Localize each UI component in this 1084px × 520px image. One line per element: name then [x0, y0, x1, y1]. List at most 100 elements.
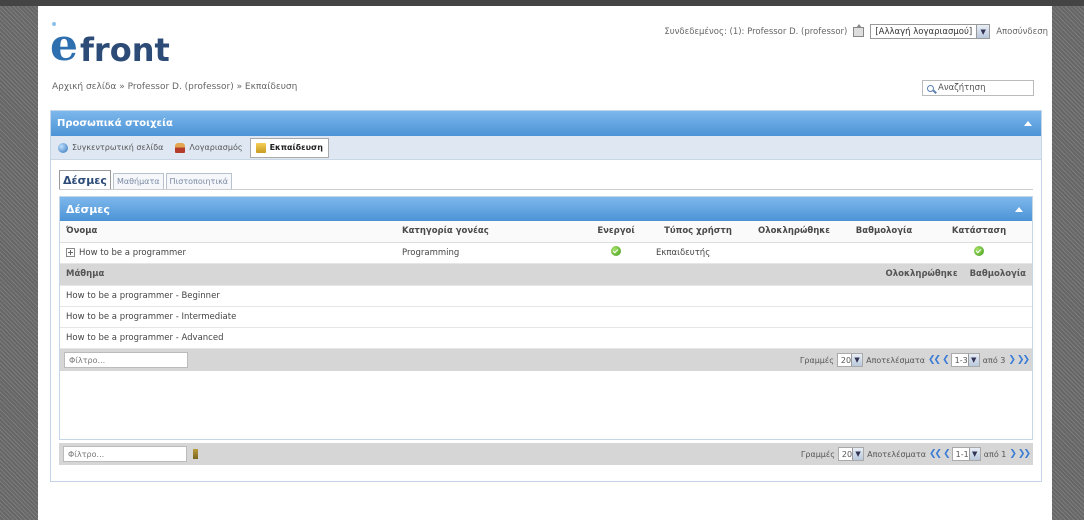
- subtab-bar: Συγκεντρωτική σελίδα Λογαριασμός Εκπαίδε…: [51, 136, 1041, 160]
- lessons-header-row: Μάθημα Ολοκληρώθηκε Βαθμολογία: [60, 263, 1032, 286]
- tab-bundles[interactable]: Δέσμες: [59, 170, 111, 189]
- check-icon: [974, 246, 984, 256]
- pagination: Γραμμές 20 ▼ Αποτελέσματα ❮❮ ❮ 1-1 ▼ από…: [800, 447, 1031, 461]
- expand-plus-icon[interactable]: [66, 247, 75, 257]
- outer-pager-row: Φίλτρο... Γραμμές 20 ▼ Αποτελέσματα ❮❮ ❮…: [59, 443, 1033, 465]
- active-cell: [582, 242, 650, 264]
- top-links: Συνδεδεμένος: (1): Professor D. (profess…: [664, 23, 1048, 39]
- chevron-down-icon[interactable]: ▼: [976, 25, 990, 38]
- logo-text: front: [80, 31, 170, 69]
- subtab-education[interactable]: Εκπαίδευση: [249, 137, 329, 158]
- chevron-down-icon[interactable]: ▼: [851, 354, 863, 366]
- prev-page-icon[interactable]: ❮: [942, 355, 949, 365]
- bundles-title: Δέσμες: [66, 202, 110, 216]
- logo-e: e: [50, 20, 78, 71]
- chevron-down-icon[interactable]: ▼: [967, 354, 979, 366]
- tab-bar: Δέσμες Μαθήματα Πιστοποιητικά: [59, 170, 1033, 190]
- lessons-name-header[interactable]: Μάθημα: [60, 263, 880, 286]
- logout-link[interactable]: Αποσύνδεση: [996, 27, 1048, 37]
- search-input[interactable]: Αναζήτηση: [922, 80, 1034, 96]
- column-header[interactable]: Ενεργοί: [582, 221, 650, 243]
- of-total: από 1: [983, 449, 1007, 459]
- account-select-value: [Αλλαγή λογαριασμού]: [875, 26, 973, 37]
- score-cell: [842, 242, 926, 264]
- filter-input[interactable]: Φίλτρο...: [64, 352, 188, 368]
- subtab-label: Εκπαίδευση: [269, 143, 323, 152]
- tab-certificates[interactable]: Πιστοποιητικά: [165, 173, 233, 189]
- range-select[interactable]: 1-1 ▼: [951, 447, 981, 461]
- home-icon[interactable]: [853, 23, 865, 37]
- column-header[interactable]: Κατηγορία γονέας: [396, 221, 582, 243]
- prev-page-icon[interactable]: ❮: [943, 449, 950, 459]
- column-header[interactable]: Κατάσταση: [926, 221, 1032, 243]
- table-row: How to be a programmer Programming Εκπαι…: [60, 242, 1032, 264]
- collapse-icon[interactable]: [1012, 202, 1026, 216]
- range-value: 1-1: [955, 449, 969, 459]
- bundles-header: Δέσμες: [60, 197, 1032, 221]
- last-page-icon[interactable]: ❯❯: [1017, 355, 1030, 365]
- user-icon: [175, 142, 186, 153]
- filter-input[interactable]: Φίλτρο...: [63, 446, 187, 462]
- lesson-name[interactable]: How to be a programmer - Beginner: [60, 285, 1032, 307]
- subtab-account[interactable]: Λογαριασμός: [170, 138, 247, 158]
- lessons-table: Μάθημα Ολοκληρώθηκε Βαθμολογία How to be…: [60, 263, 1032, 349]
- rows-value: 20: [841, 449, 853, 459]
- subtab-label: Λογαριασμός: [189, 143, 243, 152]
- next-page-icon[interactable]: ❯: [1008, 355, 1015, 365]
- first-page-icon[interactable]: ❮❮: [929, 449, 942, 459]
- rows-value: 20: [840, 355, 852, 365]
- breadcrumb[interactable]: Αρχική σελίδα » Professor D. (professor)…: [52, 82, 297, 92]
- lesson-name[interactable]: How to be a programmer - Intermediate: [60, 306, 1032, 328]
- bundle-user-type: Εκπαιδευτής: [650, 242, 746, 264]
- pagination: Γραμμές 20 ▼ Αποτελέσματα ❮❮ ❮ 1-3 ▼ από…: [799, 353, 1030, 367]
- completed-cell: [746, 242, 842, 264]
- table-row: How to be a programmer - Beginner: [60, 285, 1032, 307]
- efront-logo[interactable]: e front: [50, 18, 170, 68]
- search-label: Αναζήτηση: [938, 83, 986, 93]
- column-header[interactable]: Τύπος χρήστη: [650, 221, 746, 243]
- table-header-row: Όνομα Κατηγορία γονέας Ενεργοί Τύπος χρή…: [60, 221, 1032, 243]
- rows-select[interactable]: 20 ▼: [836, 353, 864, 367]
- personal-info-panel: Προσωπικά στοιχεία Συγκεντρωτική σελίδα …: [50, 110, 1042, 482]
- bundles-table: Όνομα Κατηγορία γονέας Ενεργοί Τύπος χρή…: [60, 221, 1032, 264]
- column-header[interactable]: Βαθμολογία: [842, 221, 926, 243]
- table-row: How to be a programmer - Advanced: [60, 327, 1032, 349]
- account-select[interactable]: [Αλλαγή λογαριασμού] ▼: [870, 24, 991, 39]
- chevron-down-icon[interactable]: ▼: [968, 448, 980, 460]
- lessons-completed-header[interactable]: Ολοκληρώθηκε: [879, 263, 964, 286]
- tab-lessons[interactable]: Μαθήματα: [112, 173, 164, 189]
- chevron-down-icon[interactable]: ▼: [852, 448, 864, 460]
- results-label: Αποτελέσματα: [866, 355, 926, 365]
- bookmark-icon[interactable]: [193, 449, 198, 459]
- last-page-icon[interactable]: ❯❯: [1018, 449, 1031, 459]
- bundles-panel: Δέσμες Όνομα Κατηγορία γονέας Ενεργοί Τύ…: [59, 196, 1033, 440]
- results-label: Αποτελέσματα: [867, 449, 927, 459]
- bundle-category: Programming: [396, 242, 582, 264]
- lesson-name[interactable]: How to be a programmer - Advanced: [60, 327, 1032, 349]
- range-value: 1-3: [954, 355, 968, 365]
- panel-header: Προσωπικά στοιχεία: [51, 111, 1041, 136]
- column-header[interactable]: Ολοκληρώθηκε: [746, 221, 842, 243]
- inner-pager-row: Φίλτρο... Γραμμές 20 ▼ Αποτελέσματα ❮❮ ❮…: [60, 349, 1032, 371]
- rows-label: Γραμμές: [800, 449, 835, 459]
- rows-select[interactable]: 20 ▼: [837, 447, 865, 461]
- of-total: από 3: [982, 355, 1006, 365]
- next-page-icon[interactable]: ❯: [1009, 449, 1016, 459]
- dashboard-icon: [58, 142, 68, 153]
- rows-label: Γραμμές: [799, 355, 834, 365]
- education-icon: [255, 142, 266, 153]
- collapse-icon[interactable]: [1021, 117, 1035, 131]
- subtab-dashboard[interactable]: Συγκεντρωτική σελίδα: [53, 138, 168, 158]
- search-icon: [927, 84, 934, 92]
- panel-body: Δέσμες Μαθήματα Πιστοποιητικά Δέσμες Όνο…: [51, 160, 1041, 465]
- lessons-score-header[interactable]: Βαθμολογία: [963, 263, 1032, 286]
- range-select[interactable]: 1-3 ▼: [950, 353, 980, 367]
- first-page-icon[interactable]: ❮❮: [928, 355, 941, 365]
- bundle-name[interactable]: How to be a programmer: [79, 248, 186, 258]
- filter-group: Φίλτρο...: [63, 446, 198, 462]
- check-icon[interactable]: [611, 246, 621, 256]
- table-row: How to be a programmer - Intermediate: [60, 306, 1032, 328]
- panel-title: Προσωπικά στοιχεία: [57, 118, 173, 129]
- logged-in-text: Συνδεδεμένος: (1): Professor D. (profess…: [664, 26, 848, 37]
- column-header[interactable]: Όνομα: [60, 221, 396, 243]
